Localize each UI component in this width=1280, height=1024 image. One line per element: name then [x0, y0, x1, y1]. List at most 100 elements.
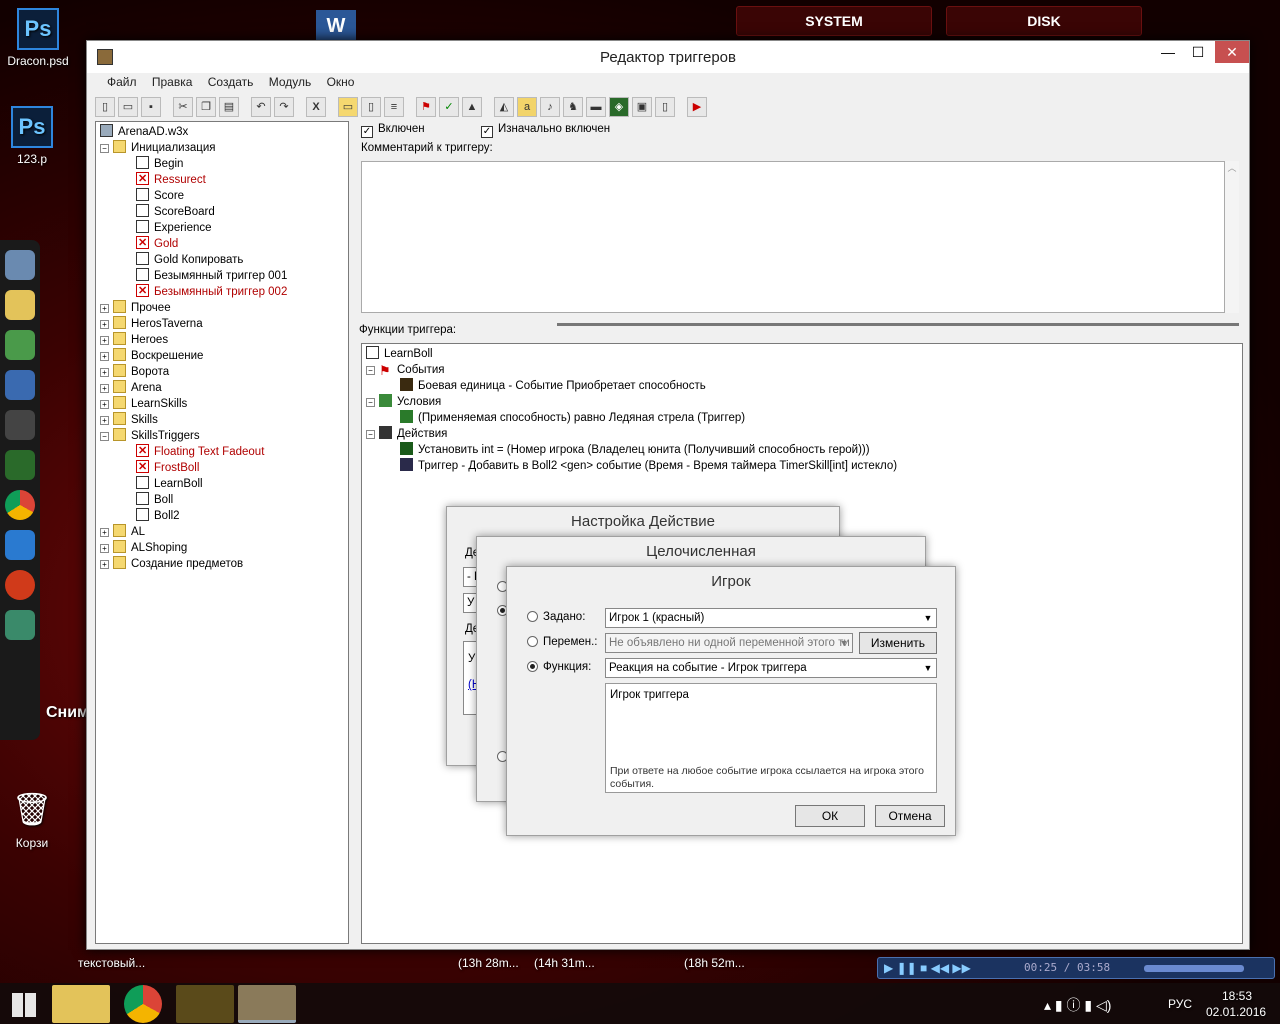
tree-node[interactable]: + LearnSkills — [100, 396, 187, 412]
tree-node[interactable]: − Инициализация — [100, 140, 216, 156]
undo-icon[interactable]: ↶ — [251, 97, 271, 117]
tree-node[interactable]: Ressurect — [136, 171, 206, 188]
enabled-checkbox[interactable]: ✓ Включен — [361, 123, 425, 138]
clock-time[interactable]: 18:53 — [1222, 989, 1252, 1003]
tree-node[interactable]: + Прочее — [100, 300, 171, 316]
action-item[interactable]: Установить int = (Номер игрока (Владелец… — [400, 442, 870, 458]
comment-scrollbar[interactable]: ︿ — [1225, 161, 1239, 313]
folder-icon[interactable] — [5, 290, 35, 320]
cancel-button[interactable]: Отмена — [875, 805, 945, 827]
start-button[interactable] — [12, 993, 36, 1017]
tree-node[interactable]: + Skills — [100, 412, 158, 428]
ok-button[interactable]: ОК — [795, 805, 865, 827]
clock-date[interactable]: 02.01.2016 — [1206, 1005, 1266, 1019]
expand-icon[interactable]: + — [100, 528, 109, 537]
collapse-icon[interactable]: − — [366, 366, 375, 375]
tree-node[interactable]: Floating Text Fadeout — [136, 443, 264, 460]
tree-node[interactable]: + Создание предметов — [100, 556, 243, 572]
copy-icon[interactable]: ❐ — [196, 97, 216, 117]
tray-icons[interactable]: ▴ ▮ ⓘ ▮ ◁) — [1044, 995, 1111, 1015]
splitter[interactable] — [557, 323, 1239, 326]
script-editor-icon[interactable]: ▯ — [655, 97, 675, 117]
new-condition-icon[interactable]: ✓ — [439, 97, 459, 117]
cut-icon[interactable]: ✂ — [173, 97, 193, 117]
tree-node[interactable]: + ALShoping — [100, 540, 187, 556]
tree-node[interactable]: Boll2 — [136, 508, 180, 524]
collapse-icon[interactable]: − — [100, 432, 109, 441]
tree-node[interactable]: + HerosTaverna — [100, 316, 203, 332]
collapse-icon[interactable]: − — [366, 398, 375, 407]
music-icon[interactable] — [5, 530, 35, 560]
comment-textarea[interactable] — [361, 161, 1225, 313]
tree-node[interactable]: Begin — [136, 156, 183, 172]
delete-icon[interactable]: X — [306, 97, 326, 117]
collapse-icon[interactable]: − — [100, 144, 109, 153]
event-item[interactable]: Боевая единица - Событие Приобретает спо… — [400, 378, 706, 394]
save-icon[interactable]: ▪ — [141, 97, 161, 117]
tree-node[interactable]: Score — [136, 188, 184, 204]
word-icon[interactable]: W — [316, 10, 356, 42]
maximize-button[interactable]: ☐ — [1183, 41, 1213, 63]
condition-item[interactable]: (Применяемая способность) равно Ледяная … — [400, 410, 745, 426]
variable-radio[interactable] — [527, 636, 538, 647]
expand-icon[interactable]: + — [100, 368, 109, 377]
close-button[interactable]: ✕ — [1215, 41, 1249, 63]
function-select[interactable]: Реакция на событие - Игрок триггера ▼ — [605, 658, 937, 678]
chrome-icon[interactable] — [5, 490, 35, 520]
tree-node[interactable]: + Ворота — [100, 364, 169, 380]
chevron-down-icon[interactable]: ▼ — [920, 609, 936, 627]
expand-icon[interactable]: + — [100, 544, 109, 553]
chevron-down-icon[interactable]: ▼ — [920, 659, 936, 677]
expand-icon[interactable]: + — [100, 304, 109, 313]
v-icon[interactable] — [5, 450, 35, 480]
tree-node[interactable]: + Воскрешение — [100, 348, 203, 364]
campaign-editor-icon[interactable]: ▬ — [586, 97, 606, 117]
tree-node[interactable]: Gold — [136, 235, 178, 252]
function-radio[interactable] — [527, 661, 538, 672]
menu-window[interactable]: Окно — [321, 73, 361, 91]
warcraft-icon[interactable] — [176, 985, 234, 1023]
expand-icon[interactable]: + — [100, 416, 109, 425]
expand-icon[interactable]: + — [100, 560, 109, 569]
tree-node[interactable]: Boll — [136, 492, 173, 508]
tree-node[interactable]: + Arena — [100, 380, 162, 396]
import-manager-icon[interactable]: ▣ — [632, 97, 652, 117]
sound-editor-icon[interactable]: ♪ — [540, 97, 560, 117]
redo-icon[interactable]: ↷ — [274, 97, 294, 117]
action-item[interactable]: Триггер - Добавить в Boll2 <gen> событие… — [400, 458, 897, 474]
new-event-icon[interactable]: ⚑ — [416, 97, 436, 117]
tree-node[interactable]: ScoreBoard — [136, 204, 215, 220]
tree-node[interactable]: Безымянный триггер 001 — [136, 268, 287, 284]
collapse-icon[interactable]: − — [366, 430, 375, 439]
system-button[interactable]: SYSTEM — [736, 6, 932, 36]
conditions-node[interactable]: − Условия — [366, 394, 441, 410]
desktop-icon-dracon[interactable]: Ps Dracon.psd — [0, 8, 78, 68]
volume-slider[interactable] — [1144, 965, 1244, 972]
new-folder-icon[interactable]: ▭ — [338, 97, 358, 117]
expand-icon[interactable]: + — [100, 352, 109, 361]
events-node[interactable]: − ⚑ События — [366, 362, 444, 378]
world-editor-icon[interactable] — [238, 985, 296, 1023]
tree-node[interactable]: FrostBoll — [136, 459, 199, 476]
new-comment-icon[interactable]: ≡ — [384, 97, 404, 117]
tree-node[interactable]: + AL — [100, 524, 145, 540]
dollar-icon[interactable] — [5, 410, 35, 440]
tree-node[interactable]: LearnBoll — [136, 476, 203, 492]
expand-icon[interactable]: + — [100, 384, 109, 393]
menu-module[interactable]: Модуль — [263, 73, 318, 91]
recycle-icon[interactable] — [5, 330, 35, 360]
preset-select[interactable]: Игрок 1 (красный) ▼ — [605, 608, 937, 628]
tree-node[interactable]: + Heroes — [100, 332, 168, 348]
wifi-icon[interactable] — [5, 370, 35, 400]
chrome-icon[interactable] — [124, 985, 162, 1023]
menu-create[interactable]: Создать — [202, 73, 260, 91]
menu-file[interactable]: Файл — [101, 73, 143, 91]
edit-button[interactable]: Изменить — [859, 632, 937, 654]
tree-node[interactable]: Gold Копировать — [136, 252, 243, 268]
menu-edit[interactable]: Правка — [146, 73, 199, 91]
preset-radio[interactable] — [527, 611, 538, 622]
new-trigger-icon[interactable]: ▯ — [361, 97, 381, 117]
expand-icon[interactable]: + — [100, 336, 109, 345]
tree-node[interactable]: Experience — [136, 220, 212, 236]
language-indicator[interactable]: РУС — [1168, 997, 1192, 1011]
